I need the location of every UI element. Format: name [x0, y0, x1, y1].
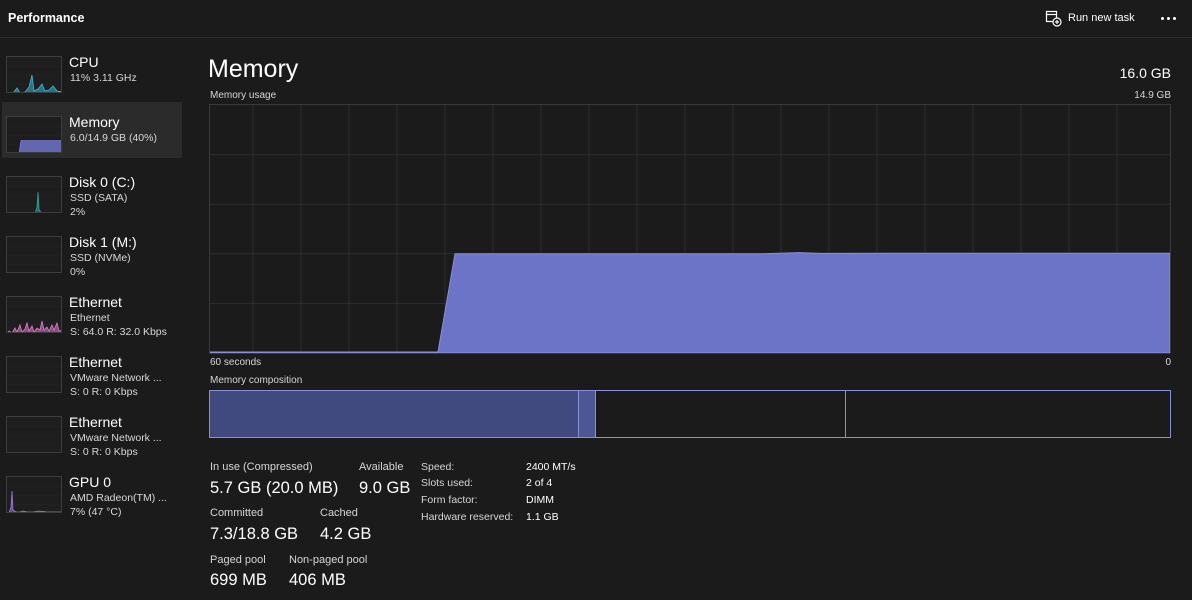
time-end-label: 0 [1165, 357, 1171, 368]
sidebar-graph-thumbnail [6, 296, 62, 333]
sidebar-item-name: Memory [69, 114, 120, 130]
run-new-task-button[interactable]: Run new task [1044, 9, 1135, 27]
sidebar-item-name: Disk 0 (C:) [69, 174, 136, 190]
sidebar-graph-thumbnail [6, 236, 62, 273]
non-paged-pool-label: Non-paged pool [289, 554, 368, 566]
sidebar-item-ethernet[interactable]: Ethernet VMware Network ... S: 0 R: 0 Kbps [2, 342, 182, 398]
sidebar-sparkline [7, 485, 61, 512]
paged-pool-label: Paged pool [210, 554, 266, 566]
sidebar-graph-thumbnail [6, 356, 62, 393]
memory-usage-max: 14.9 GB [1134, 90, 1171, 101]
committed-value: 7.3/18.8 GB [210, 525, 299, 543]
sidebar-item-stat: 0% [70, 266, 86, 278]
sidebar-graph-thumbnail [6, 176, 62, 213]
memory-usage-chart [210, 105, 1170, 353]
sidebar: CPU 11% 3.11 GHz Memory 6.0/14.9 GB (40%) Di… [0, 40, 186, 600]
sidebar-sparkline [7, 65, 61, 92]
title-bar: Performance Run new task [0, 0, 1192, 38]
total-memory: 16.0 GB [1119, 65, 1171, 81]
sidebar-item-name: Ethernet [69, 354, 122, 370]
sparkline-path [13, 74, 61, 92]
composition-standby [596, 391, 846, 437]
sidebar-item-detail: Ethernet [70, 312, 110, 324]
spec-slots-label: Slots used: [421, 477, 473, 489]
sidebar-item-stat: S: 0 R: 0 Kbps [70, 386, 138, 398]
paged-pool-value: 699 MB [210, 571, 267, 589]
sidebar-item-detail: VMware Network ... [70, 432, 162, 444]
spec-form-factor-label: Form factor: [421, 494, 478, 506]
sidebar-item-detail: SSD (NVMe) [70, 252, 131, 264]
sidebar-item-disk-1-m[interactable]: Disk 1 (M:) SSD (NVMe) 0% [2, 222, 182, 278]
in-use-label: In use (Compressed) [210, 461, 313, 473]
committed-label: Committed [210, 507, 264, 519]
sidebar-item-detail: 6.0/14.9 GB (40%) [70, 132, 157, 144]
memory-usage-label: Memory usage [210, 90, 277, 101]
sidebar-item-ethernet[interactable]: Ethernet Ethernet S: 64.0 R: 32.0 Kbps [2, 282, 182, 338]
sidebar-graph-thumbnail [6, 416, 62, 453]
sidebar-sparkline [7, 125, 61, 152]
sidebar-graph-thumbnail [6, 56, 62, 93]
sidebar-sparkline [7, 305, 61, 332]
page-title: Memory [208, 55, 299, 83]
memory-usage-area [210, 252, 1170, 353]
composition-modified [578, 391, 596, 437]
sparkline-path [8, 490, 61, 512]
sparkline-path [7, 320, 61, 332]
sidebar-item-detail: VMware Network ... [70, 372, 162, 384]
sidebar-item-name: Ethernet [69, 294, 122, 310]
memory-composition-label: Memory composition [210, 375, 303, 386]
sidebar-sparkline [7, 185, 61, 212]
sidebar-item-detail: AMD Radeon(TM) ... [70, 492, 167, 504]
sidebar-item-stat: S: 0 R: 0 Kbps [70, 446, 138, 458]
memory-usage-graph [209, 104, 1171, 354]
sidebar-graph-thumbnail [6, 116, 62, 153]
available-label: Available [359, 461, 404, 473]
sidebar-sparkline [7, 245, 61, 266]
non-paged-pool-value: 406 MB [289, 571, 346, 589]
sidebar-item-detail: 11% 3.11 GHz [70, 72, 137, 84]
run-new-task-label: Run new task [1068, 12, 1135, 24]
app-title: Performance [8, 11, 85, 25]
run-task-icon [1045, 10, 1062, 27]
memory-composition-bar [209, 390, 1171, 438]
sidebar-item-stat: S: 64.0 R: 32.0 Kbps [70, 326, 167, 338]
spec-speed-value: 2400 MT/s [526, 461, 576, 473]
spec-slots-value: 2 of 4 [526, 477, 553, 489]
sidebar-graph-thumbnail [6, 476, 62, 513]
cached-label: Cached [320, 507, 358, 519]
more-horizontal-icon [1160, 16, 1164, 20]
composition-free [846, 391, 1170, 437]
sidebar-item-name: Ethernet [69, 414, 122, 430]
available-value: 9.0 GB [359, 479, 411, 497]
spec-hw-reserved-label: Hardware reserved: [421, 511, 514, 523]
sidebar-item-memory[interactable]: Memory 6.0/14.9 GB (40%) [2, 102, 182, 158]
sidebar-item-name: CPU [69, 54, 99, 70]
sidebar-item-cpu[interactable]: CPU 11% 3.11 GHz [2, 42, 182, 98]
sidebar-item-gpu-0[interactable]: GPU 0 AMD Radeon(TM) ... 7% (47 °C) [2, 462, 182, 518]
more-dot [1166, 16, 1170, 20]
sidebar-sparkline [7, 365, 61, 386]
composition-in-use [210, 391, 578, 437]
more-options-button[interactable] [1156, 8, 1180, 28]
more-dot [1172, 16, 1176, 20]
sidebar-item-name: Disk 1 (M:) [69, 234, 137, 250]
sidebar-item-stat: 7% (47 °C) [70, 506, 122, 518]
cached-value: 4.2 GB [320, 525, 372, 543]
in-use-value: 5.7 GB (20.0 MB) [210, 479, 339, 497]
sparkline-path [18, 140, 61, 152]
sidebar-item-disk-0-c[interactable]: Disk 0 (C:) SSD (SATA) 2% [2, 162, 182, 218]
spec-hw-reserved-value: 1.1 GB [526, 511, 559, 523]
sidebar-item-ethernet[interactable]: Ethernet VMware Network ... S: 0 R: 0 Kbps [2, 402, 182, 458]
sidebar-sparkline [7, 425, 61, 446]
sidebar-item-detail: SSD (SATA) [70, 192, 128, 204]
spec-speed-label: Speed: [421, 461, 455, 473]
spec-form-factor-value: DIMM [526, 494, 554, 506]
sparkline-path [35, 191, 41, 212]
sidebar-item-name: GPU 0 [69, 474, 112, 490]
time-span-label: 60 seconds [210, 357, 262, 368]
sidebar-item-stat: 2% [70, 206, 86, 218]
